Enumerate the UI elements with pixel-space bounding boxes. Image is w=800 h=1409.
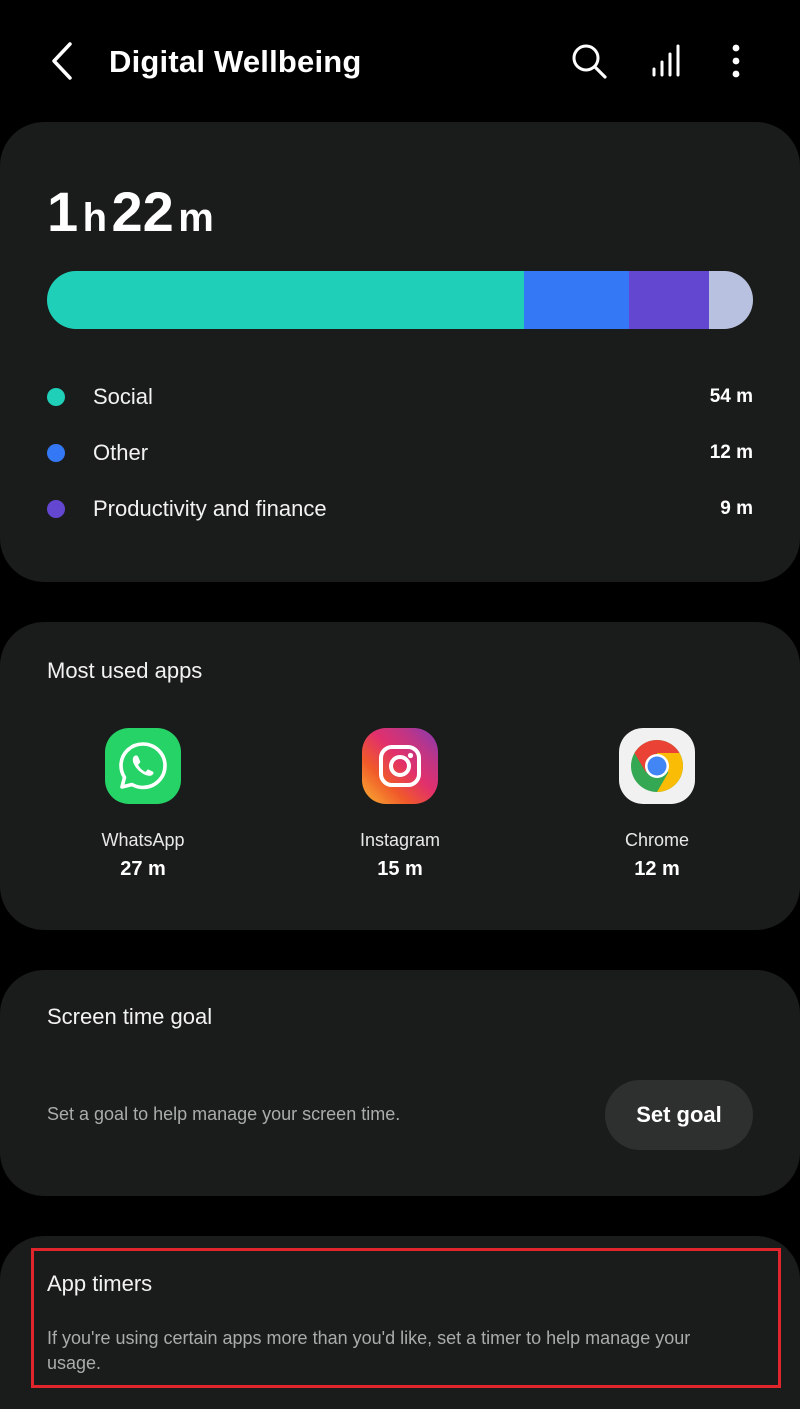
legend-value: 54 m bbox=[709, 386, 753, 407]
stats-button[interactable] bbox=[642, 36, 692, 86]
legend-label: Productivity and finance bbox=[93, 496, 327, 521]
usage-category-bar bbox=[47, 271, 753, 329]
app-time: 15 m bbox=[377, 858, 423, 880]
minutes-unit: m bbox=[178, 196, 214, 240]
more-options-button[interactable] bbox=[711, 36, 761, 86]
legend-item-social: Social 54 m bbox=[47, 377, 753, 417]
search-icon bbox=[572, 44, 607, 79]
digital-wellbeing-screen: Digital Wellbeing 1 h 22 m Social 54 m O… bbox=[0, 0, 800, 1409]
screen-time-goal-card: Screen time goal Set a goal to help mana… bbox=[0, 970, 800, 1196]
total-hours: 1 bbox=[47, 180, 79, 243]
app-name: Chrome bbox=[624, 830, 690, 850]
app-item-chrome[interactable]: Chrome 12 m bbox=[557, 728, 757, 882]
app-timers-card[interactable]: App timers If you're using certain apps … bbox=[0, 1236, 800, 1409]
legend-item-other: Other 12 m bbox=[47, 433, 753, 473]
page-title: Digital Wellbeing bbox=[109, 44, 362, 79]
app-name: WhatsApp bbox=[101, 830, 185, 850]
search-button[interactable] bbox=[564, 36, 614, 86]
back-button[interactable] bbox=[40, 36, 84, 86]
legend-dot bbox=[47, 444, 65, 462]
usage-bar-segment bbox=[708, 271, 753, 329]
chrome-icon bbox=[619, 728, 695, 804]
app-time: 12 m bbox=[634, 858, 680, 880]
section-title: Most used apps bbox=[47, 658, 203, 683]
hours-unit: h bbox=[82, 196, 108, 240]
total-screen-time: 1 h 22 m bbox=[47, 182, 214, 257]
legend-label: Other bbox=[93, 440, 149, 465]
usage-bar-segment bbox=[47, 271, 524, 329]
app-item-whatsapp[interactable]: WhatsApp 27 m bbox=[43, 728, 243, 882]
instagram-icon bbox=[362, 728, 438, 804]
whatsapp-icon bbox=[105, 728, 181, 804]
usage-summary-card[interactable]: 1 h 22 m Social 54 m Other 12 m Producti… bbox=[0, 122, 800, 582]
legend-value: 12 m bbox=[709, 442, 753, 463]
goal-description: Set a goal to help manage your screen ti… bbox=[47, 1104, 401, 1124]
section-title: App timers bbox=[47, 1271, 153, 1296]
set-goal-button[interactable]: Set goal bbox=[605, 1080, 753, 1150]
most-used-apps-card: Most used apps WhatsApp 27 m Instagram 1 bbox=[0, 622, 800, 930]
app-time: 27 m bbox=[120, 858, 166, 880]
timers-description: If you're using certain apps more than y… bbox=[47, 1328, 691, 1373]
legend-dot bbox=[47, 500, 65, 518]
usage-bar-segment bbox=[629, 271, 709, 329]
legend-value: 9 m bbox=[720, 498, 753, 519]
total-minutes: 22 bbox=[111, 180, 174, 243]
section-title: Screen time goal bbox=[47, 1004, 213, 1029]
legend-item-productivity: Productivity and finance 9 m bbox=[47, 489, 753, 529]
app-name: Instagram bbox=[359, 830, 441, 850]
app-item-instagram[interactable]: Instagram 15 m bbox=[300, 728, 500, 882]
stats-icon bbox=[652, 44, 680, 77]
chevron-left-icon bbox=[52, 42, 72, 80]
legend-dot bbox=[47, 388, 65, 406]
more-vertical-icon bbox=[732, 44, 740, 78]
legend-label: Social bbox=[93, 384, 153, 409]
usage-bar-segment bbox=[523, 271, 630, 329]
app-header: Digital Wellbeing bbox=[0, 0, 800, 122]
